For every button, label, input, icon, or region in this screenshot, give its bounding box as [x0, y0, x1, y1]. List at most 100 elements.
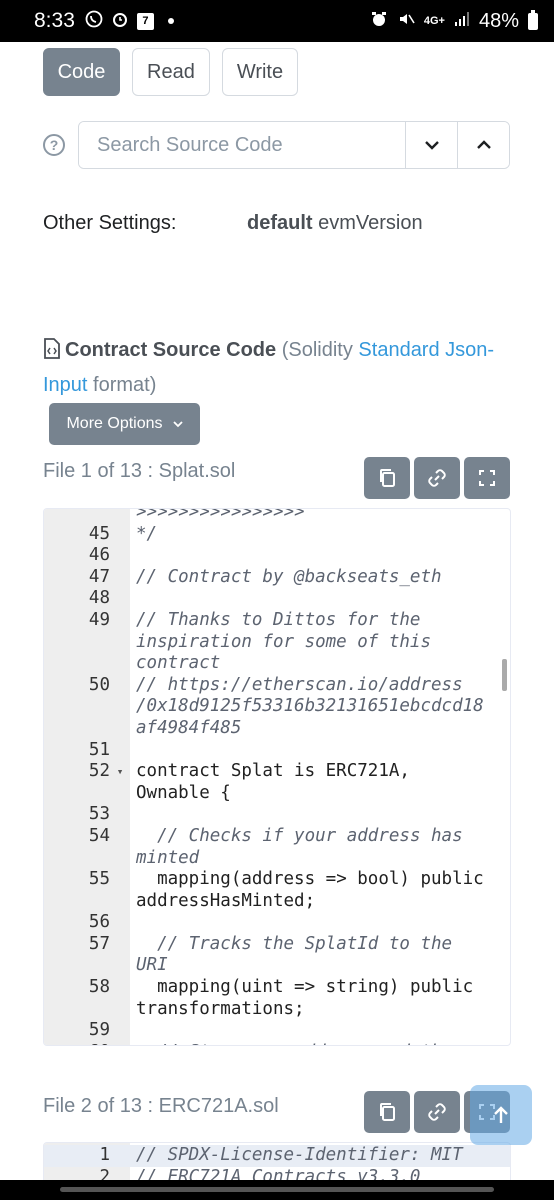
code-line: 49 // Thanks to Dittos for the [44, 609, 510, 632]
link-icon [428, 469, 446, 487]
code-text: // Stores an address and the [130, 1042, 510, 1045]
line-number [44, 891, 110, 913]
line-number: 59 [88, 1020, 110, 1041]
code-text: contract [136, 653, 221, 674]
code-lines: >>>>>>>>>>>>>>>> 45 */ 46 47 // Contract by … [44, 508, 510, 1045]
line-number: 52 [88, 761, 110, 782]
code-text: minted [136, 847, 200, 868]
home-gesture-handle[interactable] [60, 1187, 494, 1192]
code-line: 50 // https://etherscan.io/address [44, 674, 510, 697]
code-line: 48 [44, 588, 510, 610]
link-icon [428, 1103, 446, 1121]
tab-code[interactable]: Code [43, 48, 120, 96]
calendar-icon: 7 [136, 12, 154, 30]
code-line: 57 // Tracks the SplatId to the [44, 934, 510, 956]
code-text: mapping(uint => string) public [136, 977, 474, 998]
code-text: // Thanks to Dittos for the [136, 609, 421, 630]
search-next-button[interactable] [405, 122, 457, 168]
code-line: 1 // SPDX-License-Identifier: MIT [44, 1145, 510, 1167]
editor-scrollbar[interactable] [502, 659, 507, 691]
network-label: 4G+ [423, 15, 445, 27]
line-number: 51 [88, 739, 110, 760]
code-text: af4984f485 [136, 717, 242, 738]
copy-button-2[interactable] [364, 1091, 410, 1133]
line-number: 45 [88, 523, 110, 544]
settings-value-bold: default [247, 212, 313, 234]
search-prev-button[interactable] [457, 122, 509, 168]
code-text: URI [136, 955, 168, 976]
more-options-label: More Options [66, 415, 163, 432]
battery-icon [528, 9, 538, 30]
tab-bar: Code Read Write [43, 48, 299, 96]
code-text: // Checks if your address has [136, 825, 463, 846]
line-number: 50 [88, 674, 110, 695]
code-line: >>>>>>>>>>>>>>>> [44, 508, 510, 524]
file-1-label: File 1 of 13 : Splat.sol [43, 460, 236, 482]
alarm-icon [111, 10, 129, 32]
code-line: 58 mapping(uint => string) public [44, 977, 510, 999]
link-button-2[interactable] [414, 1091, 460, 1133]
alarm-clock-icon [370, 10, 388, 32]
link-button[interactable] [414, 457, 460, 499]
line-number: 48 [88, 588, 110, 609]
code-text: >>>>>>>>>>>>>>>> [136, 508, 305, 522]
code-line: 60 // Stores an address and the [44, 1042, 510, 1045]
copy-icon [380, 1103, 395, 1121]
file-2-label: File 2 of 13 : ERC721A.sol [43, 1095, 279, 1117]
line-number [44, 718, 110, 740]
file-code-icon [43, 337, 61, 369]
code-text: mapping(address => bool) public [136, 869, 484, 890]
whatsapp-icon [85, 10, 103, 32]
mute-icon [397, 10, 415, 32]
line-number: 58 [88, 977, 110, 998]
code-text: addressHasMinted; [136, 890, 316, 911]
fold-toggle-icon[interactable]: ▾ [110, 761, 130, 783]
settings-value: evmVersion [318, 212, 423, 234]
code-text: // SPDX-License-Identifier: MIT [136, 1145, 463, 1165]
scroll-to-top-button[interactable] [470, 1085, 532, 1145]
chevron-down-icon [424, 141, 439, 150]
code-text: contract Splat is ERC721A, [136, 761, 410, 782]
source-format-prefix: (Solidity [281, 339, 359, 361]
line-number: 1 [99, 1145, 110, 1165]
line-number [44, 848, 110, 870]
help-icon[interactable]: ? [43, 134, 65, 156]
battery-percent: 48% [478, 9, 519, 32]
copy-button[interactable] [364, 457, 410, 499]
copy-icon [380, 469, 395, 487]
tab-write[interactable]: Write [221, 48, 299, 96]
other-settings-label: Other Settings: [43, 212, 177, 234]
code-line: 51 [44, 739, 510, 762]
more-options-button[interactable]: More Options [49, 403, 200, 445]
search-source-input[interactable] [79, 122, 405, 168]
status-time: 8:33 [34, 9, 75, 32]
status-left-icons: 7 [85, 10, 174, 32]
code-line: minted [44, 847, 510, 870]
code-text: inspiration for some of this [136, 631, 432, 652]
line-number [44, 955, 110, 977]
tab-read[interactable]: Read [132, 48, 210, 96]
dot-icon [167, 18, 174, 24]
code-line: 53 [44, 804, 510, 826]
fullscreen-button[interactable] [464, 457, 510, 499]
contract-source-title: Contract Source Code [65, 339, 277, 361]
code-line: af4984f485 [44, 717, 510, 740]
source-code-editor-1[interactable]: >>>>>>>>>>>>>>>> 45 */ 46 47 // Contract by … [43, 508, 511, 1046]
